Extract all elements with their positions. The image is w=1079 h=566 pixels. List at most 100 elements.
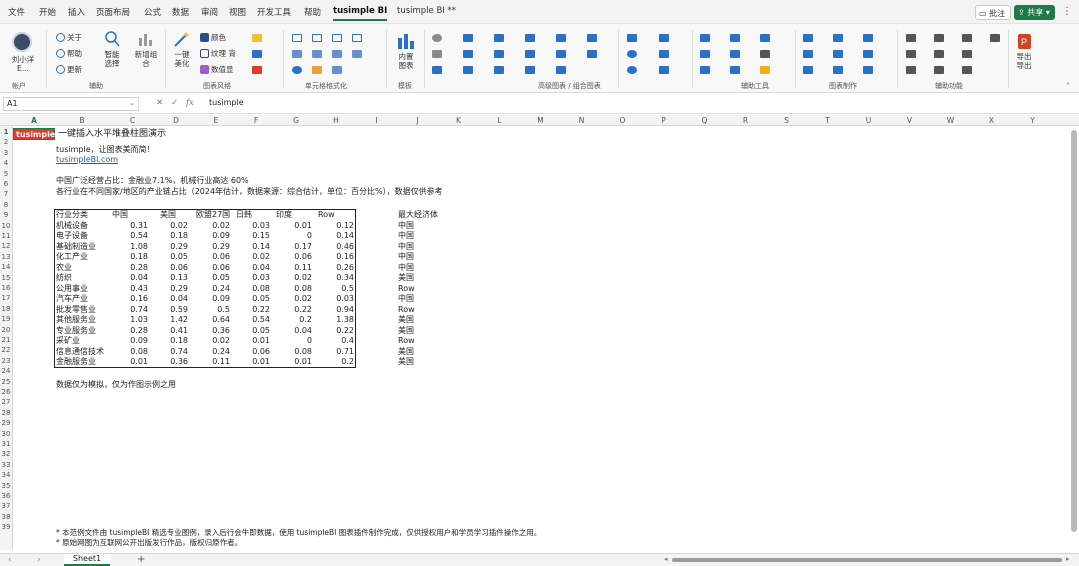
column-header[interactable]: Q <box>684 116 725 125</box>
chart-type-icon[interactable] <box>587 50 597 58</box>
column-header[interactable]: V <box>889 116 930 125</box>
texture-button[interactable]: 纹理 背 <box>200 48 236 59</box>
formula-input[interactable]: tusimple <box>209 98 244 107</box>
chart-type-icon[interactable] <box>432 50 442 58</box>
update-button[interactable]: 更新 <box>56 64 82 75</box>
vertical-scrollbar[interactable] <box>1071 126 1077 550</box>
tool-icon[interactable] <box>760 34 770 42</box>
fill-color-icon[interactable] <box>252 34 262 42</box>
tool-icon[interactable] <box>700 50 710 58</box>
row-header[interactable]: 28 <box>0 409 12 417</box>
column-header[interactable]: U <box>848 116 889 125</box>
menu-home[interactable]: 开始 <box>39 6 56 18</box>
row-header[interactable]: 7 <box>0 190 12 198</box>
tool-icon[interactable] <box>906 66 916 74</box>
menu-developer[interactable]: 开发工具 <box>257 6 291 18</box>
row-header[interactable]: 13 <box>0 253 12 261</box>
row-header[interactable]: 5 <box>0 170 12 178</box>
row-header[interactable]: 30 <box>0 430 12 438</box>
tool-icon[interactable] <box>934 66 944 74</box>
column-header[interactable]: S <box>766 116 807 125</box>
row-header[interactable]: 26 <box>0 388 12 396</box>
table-icon[interactable] <box>352 34 362 42</box>
tool-icon[interactable] <box>700 66 710 74</box>
row-header[interactable]: 22 <box>0 346 12 354</box>
row-header[interactable]: 31 <box>0 440 12 448</box>
tool-icon[interactable] <box>833 66 843 74</box>
chart-type-icon[interactable] <box>556 50 566 58</box>
row-header[interactable]: 12 <box>0 242 12 250</box>
row-header[interactable]: 4 <box>0 159 12 167</box>
sheet-tab-sheet1[interactable]: Sheet1 <box>64 554 110 566</box>
tool-icon[interactable] <box>962 66 972 74</box>
more-icon[interactable]: ⋮ <box>1062 6 1072 17</box>
column-header[interactable]: D <box>156 116 196 125</box>
bar-icon[interactable] <box>292 50 302 58</box>
name-box[interactable]: A1 ⌄ <box>3 97 139 111</box>
row-header[interactable]: 25 <box>0 378 12 386</box>
cancel-icon[interactable]: ✕ <box>156 98 163 108</box>
scroll-left-icon[interactable]: ◂ <box>664 555 668 563</box>
column-header[interactable]: A <box>13 116 55 125</box>
menu-tusimple-bi[interactable]: tusimple BI <box>333 6 388 21</box>
confirm-icon[interactable]: ✓ <box>171 98 178 108</box>
row-header[interactable]: 14 <box>0 263 12 271</box>
tool-icon[interactable] <box>934 50 944 58</box>
tool-icon[interactable] <box>833 34 843 42</box>
row-header[interactable]: 19 <box>0 315 12 323</box>
menu-tusimple-bi-plus[interactable]: tusimple BI ** <box>397 6 456 16</box>
tab-prev-icon[interactable]: ‹ <box>8 555 12 565</box>
globe-icon[interactable] <box>292 66 302 74</box>
row-header[interactable]: 2 <box>0 138 12 146</box>
row-header[interactable]: 10 <box>0 222 12 230</box>
menu-help[interactable]: 帮助 <box>304 6 321 18</box>
table-icon[interactable] <box>312 34 322 42</box>
comment-button[interactable]: ▭ 批注 <box>975 5 1011 20</box>
tool-icon[interactable] <box>627 34 637 42</box>
row-header[interactable]: 36 <box>0 492 12 500</box>
row-header[interactable]: 37 <box>0 502 12 510</box>
column-header[interactable]: O <box>602 116 643 125</box>
row-header[interactable]: 32 <box>0 450 12 458</box>
row-header[interactable]: 1 <box>0 128 12 136</box>
column-header[interactable]: F <box>236 116 276 125</box>
line-color-icon[interactable] <box>252 50 262 58</box>
menu-data[interactable]: 数据 <box>172 6 189 18</box>
chart-type-icon[interactable] <box>525 34 535 42</box>
chart-type-icon[interactable] <box>494 66 504 74</box>
sum-icon[interactable] <box>760 50 770 58</box>
column-header[interactable]: J <box>397 116 438 125</box>
help-button[interactable]: 帮助 <box>56 48 82 59</box>
menu-review[interactable]: 审阅 <box>201 6 218 18</box>
tool-icon[interactable] <box>962 50 972 58</box>
row-header[interactable]: 38 <box>0 513 12 521</box>
tab-next-icon[interactable]: › <box>37 555 41 565</box>
tool-icon[interactable] <box>659 34 669 42</box>
column-header[interactable]: G <box>276 116 316 125</box>
row-header[interactable]: 35 <box>0 482 12 490</box>
row-header[interactable]: 3 <box>0 149 12 157</box>
row-header[interactable]: 23 <box>0 357 12 365</box>
chart-type-icon[interactable] <box>556 34 566 42</box>
new-combo-button[interactable]: 新增组 合 <box>133 30 159 68</box>
tool-icon[interactable] <box>730 34 740 42</box>
row-header[interactable]: 34 <box>0 471 12 479</box>
tool-icon[interactable] <box>906 34 916 42</box>
row-header[interactable]: 24 <box>0 367 12 375</box>
tool-icon[interactable] <box>906 50 916 58</box>
column-header[interactable]: K <box>438 116 479 125</box>
menu-page-layout[interactable]: 页面布局 <box>96 6 130 18</box>
menu-formulas[interactable]: 公式 <box>144 6 161 18</box>
tool-icon[interactable] <box>803 50 813 58</box>
table-icon[interactable] <box>292 34 302 42</box>
row-header[interactable]: 9 <box>0 211 12 219</box>
row-header[interactable]: 8 <box>0 201 12 209</box>
tool-icon[interactable] <box>627 66 637 74</box>
chart-type-icon[interactable] <box>494 34 504 42</box>
row-header[interactable]: 29 <box>0 419 12 427</box>
tool-icon[interactable] <box>730 66 740 74</box>
bar-icon[interactable] <box>352 50 362 58</box>
cell-a1-selected[interactable]: tusimple <box>13 128 55 140</box>
tool-icon[interactable] <box>700 34 710 42</box>
row-header[interactable]: 39 <box>0 523 12 531</box>
